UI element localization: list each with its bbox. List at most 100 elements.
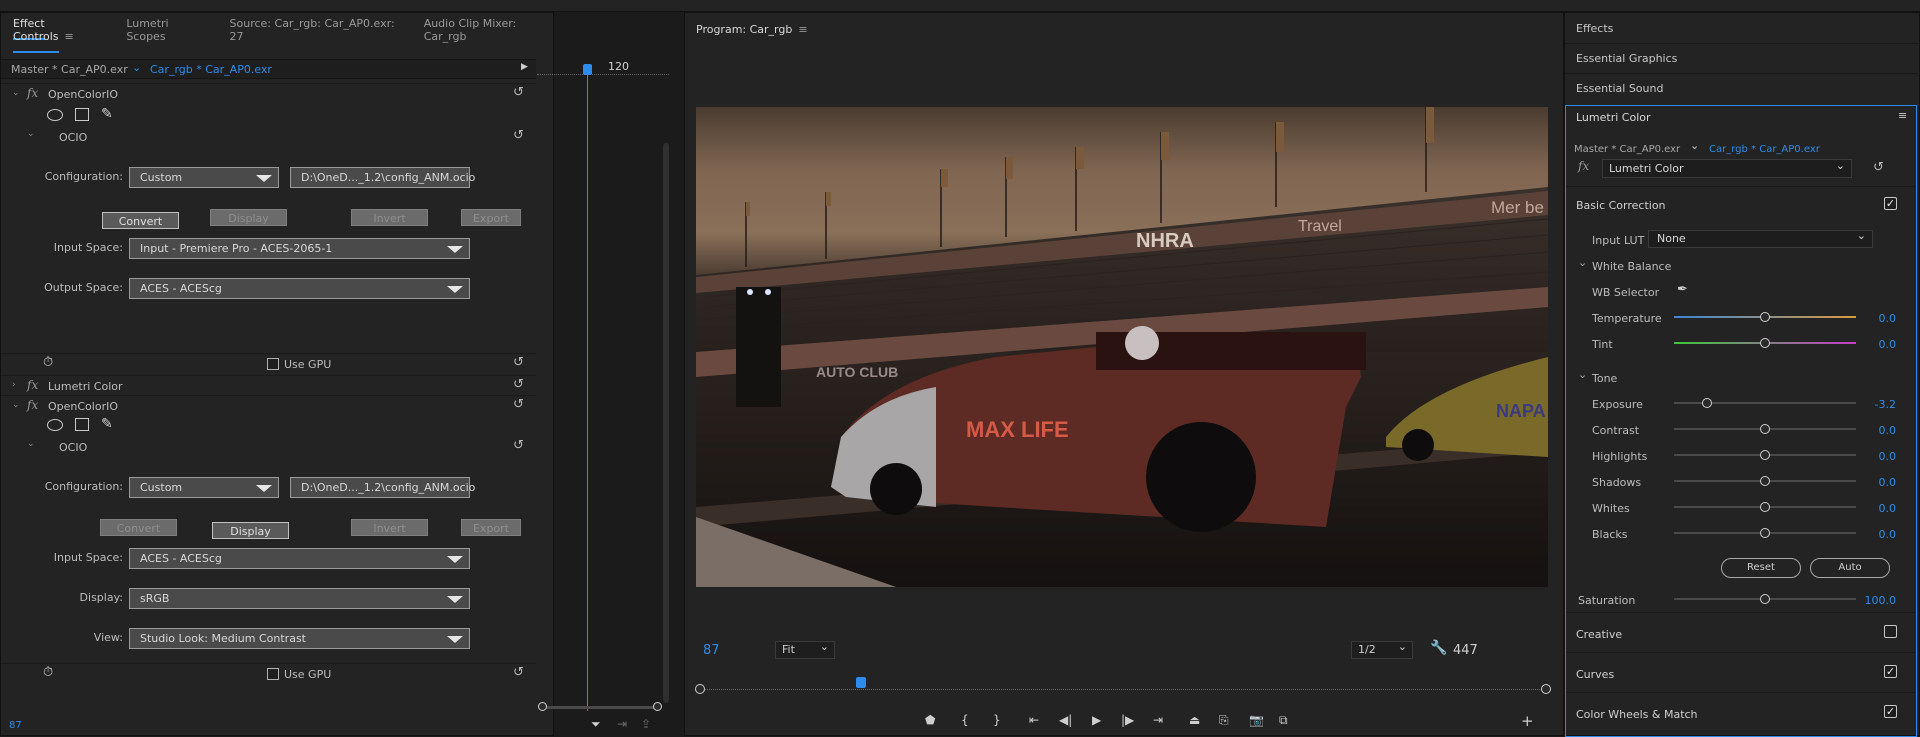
collapse-chevron-icon[interactable]: ⌄ xyxy=(27,439,35,449)
tab-source[interactable]: Source: Car_rgb: Car_AP0.exr: 27 xyxy=(230,17,400,43)
vertical-scrollbar[interactable] xyxy=(663,143,669,703)
effect-select[interactable]: Lumetri Color ⌄ xyxy=(1602,159,1852,178)
scrubber-end[interactable] xyxy=(1541,684,1551,694)
input-space-dropdown[interactable]: ACES - ACEScg xyxy=(129,548,470,569)
panel-menu-icon[interactable]: ≡ xyxy=(798,23,807,36)
expand-arrow-icon[interactable]: ▶ xyxy=(521,62,528,72)
convert-button[interactable]: Convert xyxy=(102,212,179,229)
ripple-icon[interactable]: ⇥ xyxy=(617,717,627,731)
output-space-dropdown[interactable]: ACES - ACEScg xyxy=(129,278,470,299)
creative-section[interactable]: Creative xyxy=(1566,612,1916,652)
fx-icon[interactable]: fx xyxy=(1578,159,1589,173)
invert-button[interactable]: Invert xyxy=(351,519,428,536)
chevron-down-icon[interactable]: ⌄ xyxy=(1690,139,1699,152)
step-back-icon[interactable]: ◀| xyxy=(1059,713,1072,727)
basic-correction-checkbox[interactable]: ✓ xyxy=(1884,197,1897,210)
chevron-down-icon[interactable]: ⌄ xyxy=(132,61,141,74)
temperature-value[interactable]: 0.0 xyxy=(1856,312,1897,325)
collapse-chevron-icon[interactable]: ⌄ xyxy=(27,129,35,139)
zoom-select[interactable]: Fit ⌄ xyxy=(775,640,835,659)
tone-slider-value[interactable]: 0.0 xyxy=(1856,502,1897,515)
filter-icon[interactable]: ⏷ xyxy=(591,717,601,732)
timeline-zoom-bar[interactable] xyxy=(543,706,659,709)
wrench-icon[interactable]: 🔧 xyxy=(1430,640,1447,656)
convert-button[interactable]: Convert xyxy=(100,519,177,536)
tone-chevron-icon[interactable]: ⌄ xyxy=(1578,368,1587,381)
tone-slider-knob[interactable] xyxy=(1701,398,1712,408)
reset-icon[interactable]: ↺ xyxy=(1873,160,1884,175)
panel-menu-icon[interactable]: ≡ xyxy=(1898,109,1907,122)
color-wheels-section[interactable]: Color Wheels & Match ✓ xyxy=(1566,692,1916,732)
export-button[interactable]: Export xyxy=(461,209,521,226)
compare-icon[interactable]: ⧉ xyxy=(1279,713,1288,728)
scrubber-start[interactable] xyxy=(695,684,705,694)
tone-slider-knob[interactable] xyxy=(1760,528,1770,538)
pen-mask-icon[interactable]: ✎ xyxy=(101,106,113,122)
stopwatch-icon[interactable]: ⏱ xyxy=(43,665,53,680)
invert-button[interactable]: Invert xyxy=(351,209,428,226)
white-balance-chevron-icon[interactable]: ⌄ xyxy=(1578,256,1587,269)
tone-slider-knob[interactable] xyxy=(1760,450,1770,460)
reset-icon[interactable]: ↺ xyxy=(513,377,524,392)
reset-icon[interactable]: ↺ xyxy=(513,397,524,412)
panel-menu-icon[interactable]: ≡ xyxy=(65,30,74,43)
zoom-handle-right[interactable] xyxy=(653,702,662,711)
tint-value[interactable]: 0.0 xyxy=(1856,338,1897,351)
reset-button[interactable]: Reset xyxy=(1721,558,1801,578)
reset-icon[interactable]: ↺ xyxy=(513,665,524,680)
mark-in-icon[interactable]: { xyxy=(961,713,969,727)
reset-icon[interactable]: ↺ xyxy=(513,85,524,100)
view-dropdown[interactable]: Studio Look: Medium Contrast xyxy=(129,628,470,649)
ellipse-mask-icon[interactable] xyxy=(47,419,63,431)
sequence-clip-label[interactable]: Car_rgb * Car_AP0.exr xyxy=(1709,144,1820,155)
ellipse-mask-icon[interactable] xyxy=(47,109,63,121)
color-wheels-checkbox[interactable]: ✓ xyxy=(1884,705,1897,718)
basic-correction-header[interactable]: Basic Correction ✓ xyxy=(1566,186,1916,222)
saturation-value[interactable]: 100.0 xyxy=(1856,594,1897,607)
scrubber-playhead[interactable] xyxy=(856,677,867,688)
effect-row-opencolorio-1[interactable]: ⌄ fx OpenColorIO ↺ xyxy=(1,83,536,103)
master-clip-label[interactable]: Master * Car_AP0.exr xyxy=(11,63,128,76)
play-icon[interactable]: ▶ xyxy=(1092,713,1101,727)
resolution-select[interactable]: 1/2 ⌄ xyxy=(1351,640,1413,659)
input-lut-select[interactable]: None ⌄ xyxy=(1648,229,1873,248)
essential-graphics-section[interactable]: Essential Graphics xyxy=(1565,43,1920,73)
fx-icon[interactable]: fx xyxy=(27,378,38,392)
rectangle-mask-icon[interactable] xyxy=(75,418,89,431)
configuration-dropdown[interactable]: Custom xyxy=(129,167,279,188)
tone-slider-value[interactable]: -3.2 xyxy=(1856,398,1896,411)
tone-slider-value[interactable]: 0.0 xyxy=(1856,476,1897,489)
program-timecode[interactable]: 87 xyxy=(703,643,720,658)
fx-icon[interactable]: fx xyxy=(27,398,38,412)
tone-slider-knob[interactable] xyxy=(1760,424,1770,434)
configuration-dropdown[interactable]: Custom xyxy=(129,477,279,498)
marker-icon[interactable]: ⬟ xyxy=(925,713,935,727)
effects-section[interactable]: Effects xyxy=(1565,13,1920,43)
curves-section[interactable]: Curves ✓ xyxy=(1566,652,1916,692)
tab-audio-clip-mixer[interactable]: Audio Clip Mixer: Car_rgb xyxy=(424,17,553,43)
curves-checkbox[interactable]: ✓ xyxy=(1884,665,1897,678)
tint-knob[interactable] xyxy=(1760,338,1770,348)
export-button[interactable]: Export xyxy=(461,519,521,536)
display-button[interactable]: Display xyxy=(210,209,287,226)
tab-lumetri-scopes[interactable]: Lumetri Scopes xyxy=(126,17,205,43)
program-image[interactable]: NHRA Travel Mer be AUTO CLUB MAX LIFE NA… xyxy=(696,107,1548,587)
ocio-row-2[interactable]: ⌄ OCIO ↺ xyxy=(1,437,536,457)
go-to-in-icon[interactable]: ⇤ xyxy=(1029,713,1039,727)
temperature-knob[interactable] xyxy=(1760,312,1770,322)
input-space-dropdown[interactable]: Input - Premiere Pro - ACES-2065-1 xyxy=(129,238,470,259)
pen-mask-icon[interactable]: ✎ xyxy=(101,416,113,432)
reset-icon[interactable]: ↺ xyxy=(513,355,524,370)
extract-icon[interactable]: ⎘ xyxy=(1219,713,1229,728)
collapse-chevron-icon[interactable]: ⌄ xyxy=(12,400,20,410)
lift-icon[interactable]: ⏏ xyxy=(1189,713,1200,727)
step-forward-icon[interactable]: |▶ xyxy=(1121,713,1134,727)
tone-slider-value[interactable]: 0.0 xyxy=(1856,528,1897,541)
saturation-knob[interactable] xyxy=(1760,594,1770,604)
auto-button[interactable]: Auto xyxy=(1810,558,1890,578)
tone-slider-knob[interactable] xyxy=(1760,476,1770,486)
creative-checkbox[interactable] xyxy=(1884,625,1897,638)
fx-icon[interactable]: fx xyxy=(27,86,38,100)
tone-slider-value[interactable]: 0.0 xyxy=(1856,450,1897,463)
sequence-clip-label[interactable]: Car_rgb * Car_AP0.exr xyxy=(150,63,272,76)
